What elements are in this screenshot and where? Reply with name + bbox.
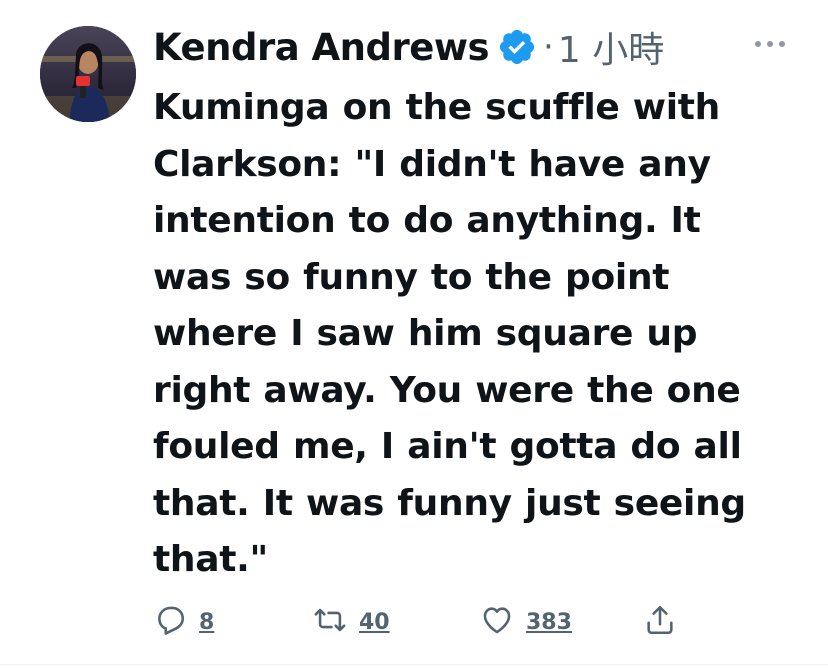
like-count[interactable]: 383 — [526, 610, 572, 635]
tweet[interactable]: Kendra Andrews · 1 小時 Kuminga on the scu… — [0, 0, 828, 668]
avatar[interactable] — [40, 26, 136, 122]
display-name[interactable]: Kendra Andrews — [153, 26, 490, 69]
avatar-image — [40, 26, 136, 122]
more-dots-icon[interactable] — [752, 34, 788, 54]
share-button[interactable] — [643, 600, 677, 644]
reply-button[interactable]: 8 — [153, 600, 214, 644]
action-bar: 8 40 383 — [153, 600, 713, 644]
tweet-text: Kuminga on the scuffle with Clarkson: "I… — [153, 87, 746, 580]
reply-icon — [153, 603, 187, 641]
reply-count[interactable]: 8 — [199, 610, 214, 635]
tweet-header: Kendra Andrews · 1 小時 — [153, 22, 664, 72]
share-icon — [643, 603, 677, 641]
verified-badge-icon — [497, 27, 537, 67]
separator-dot: · — [543, 27, 554, 67]
retweet-icon — [313, 603, 347, 641]
like-button[interactable]: 383 — [480, 600, 572, 644]
heart-icon — [480, 603, 514, 641]
divider — [0, 664, 828, 665]
retweet-count[interactable]: 40 — [359, 610, 390, 635]
timestamp[interactable]: 1 小時 — [558, 21, 664, 73]
retweet-button[interactable]: 40 — [313, 600, 390, 644]
